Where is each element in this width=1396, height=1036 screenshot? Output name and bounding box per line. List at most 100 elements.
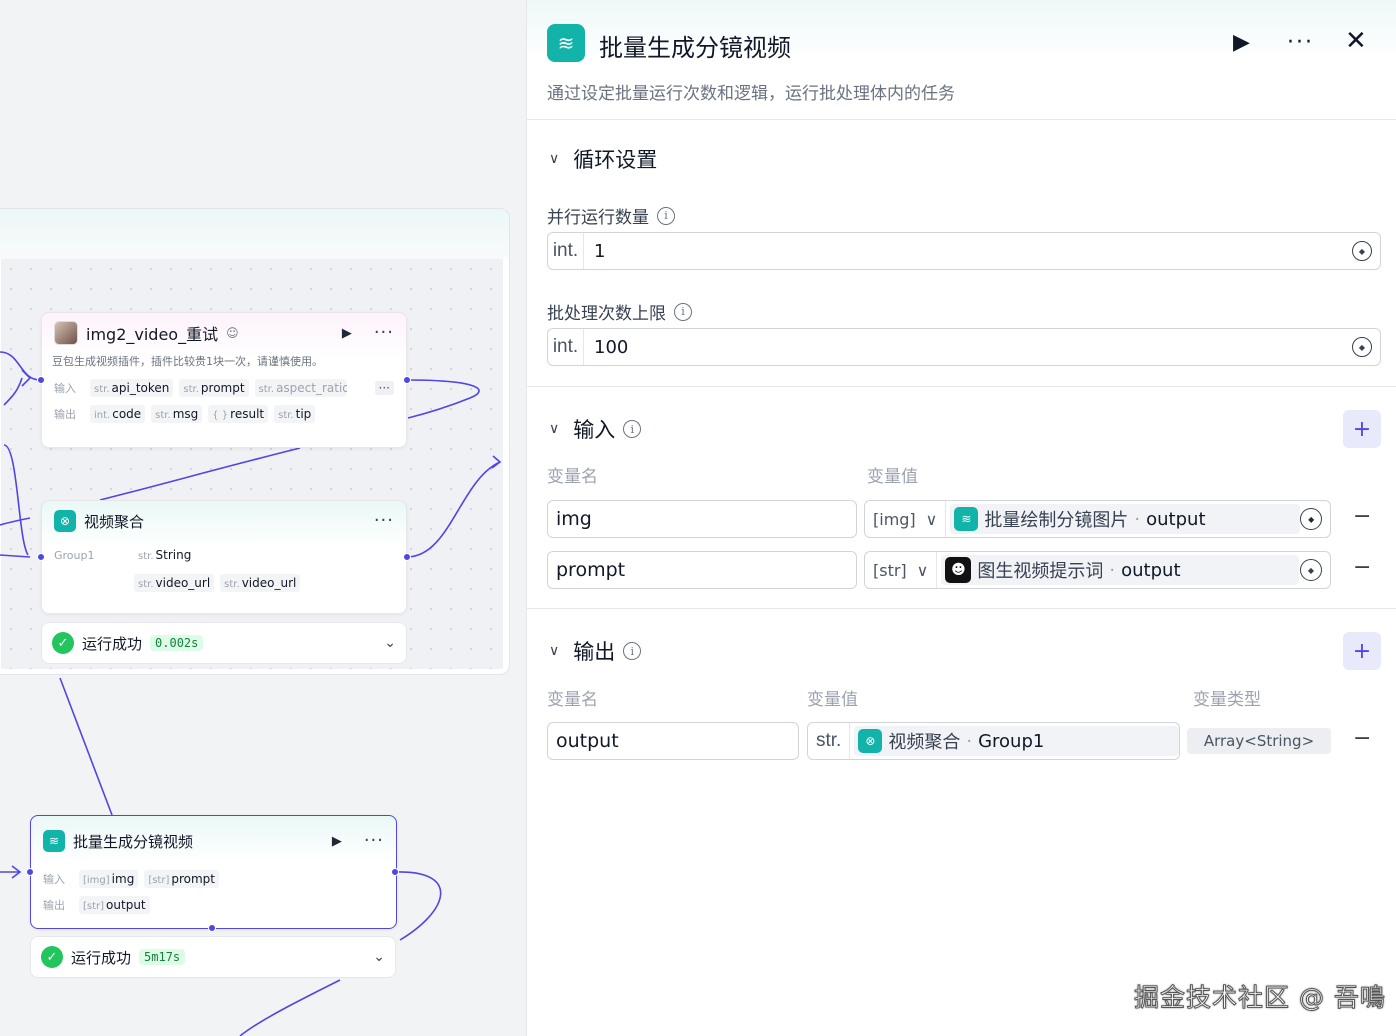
node3-bottom-port[interactable] (208, 924, 216, 932)
run-status-bar[interactable]: ✓ 运行成功 0.002s ⌄ (41, 622, 407, 664)
chevron-down-icon[interactable]: ∨ (549, 421, 559, 437)
node2-output-port[interactable] (403, 553, 411, 561)
plugin-node-img2video[interactable]: img2_video_重试 ☺ ▶ ··· 豆包生成视频插件，插件比较贵1块一次… (41, 312, 407, 448)
node-settings-panel: ≋ 批量生成分镜视频 ▶ ··· ✕ 通过设定批量运行次数和逻辑，运行批处理体内… (526, 0, 1396, 1036)
chevron-down-icon[interactable]: ⌄ (384, 635, 396, 651)
reference-chip: ☻ 图生视频提示词 · output (941, 555, 1300, 585)
variable-ref-icon[interactable]: ◆ (1300, 559, 1322, 581)
panel-description: 通过设定批量运行次数和逻辑，运行批处理体内的任务 (547, 84, 955, 104)
node1-output-port[interactable] (403, 376, 411, 384)
node2-input-port[interactable] (37, 553, 45, 561)
workflow-canvas[interactable]: img2_video_重试 ☺ ▶ ··· 豆包生成视频插件，插件比较贵1块一次… (0, 0, 526, 1036)
column-header: 变量名 (547, 690, 598, 710)
parallel-count-label: 并行运行数量 i (547, 203, 675, 228)
close-icon[interactable]: ✕ (1345, 26, 1367, 56)
batch-limit-label: 批处理次数上限 i (547, 299, 692, 324)
status-text: 运行成功 (82, 634, 143, 653)
status-text: 运行成功 (71, 948, 132, 967)
batch-limit-field[interactable]: int. 100 ◆ (547, 328, 1381, 366)
batch-node[interactable]: ≋ 批量生成分镜视频 ▶ ··· 输入 [img] img [str] prompt… (30, 815, 397, 929)
info-icon[interactable]: i (623, 420, 642, 438)
info-icon[interactable]: i (657, 206, 675, 225)
input-var-value-field[interactable]: [img] ∨ ≋ 批量绘制分镜图片 · output ◆ (864, 500, 1331, 538)
field-value[interactable]: 100 (584, 337, 628, 358)
input-param: str. aspect_ratio (254, 379, 347, 397)
input-param: str. api_token (90, 379, 174, 397)
variable-ref-icon[interactable]: ◆ (1300, 508, 1322, 530)
reference-chip: ⊗ 视频聚合 · Group1 (854, 726, 1179, 756)
watermark: 掘金技术社区 @ 吾鳴 (1134, 983, 1386, 1013)
remove-input-button[interactable]: − (1353, 504, 1371, 529)
add-output-button[interactable]: + (1343, 632, 1381, 670)
aggregate-icon: ⊗ (858, 729, 883, 753)
column-header: 变量类型 (1193, 690, 1261, 710)
input-section-header[interactable]: ∨ 输入 i (549, 414, 642, 444)
node1-input-port[interactable] (37, 376, 45, 384)
group-param: str. video_url (220, 574, 301, 592)
more-options-icon[interactable]: ··· (1287, 30, 1314, 55)
parallel-count-field[interactable]: int. 1 ◆ (547, 232, 1381, 270)
type-selector[interactable]: [str] ∨ (865, 552, 938, 588)
divider (527, 608, 1396, 609)
input-var-name-field[interactable]: img (547, 500, 857, 538)
section-title: 输入 (573, 418, 616, 442)
aggregate-node[interactable]: ⊗ 视频聚合 ··· Group1 str. String str. video_u… (41, 500, 407, 614)
output-label: 输出 (43, 899, 65, 912)
robot-icon: ☺ (226, 326, 239, 340)
divider (527, 386, 1396, 387)
chevron-down-icon: ∨ (925, 509, 938, 529)
field-value[interactable]: 1 (584, 241, 605, 262)
more-options-icon[interactable]: ··· (374, 324, 394, 342)
run-node-icon[interactable]: ▶ (332, 834, 342, 849)
type-selector[interactable]: [img] ∨ (865, 501, 947, 537)
info-icon[interactable]: i (674, 302, 692, 321)
input-param: [img] img (79, 870, 139, 888)
group-param: str. video_url (134, 574, 215, 592)
reference-chip: ≋ 批量绘制分镜图片 · output (950, 504, 1301, 534)
panel-title: 批量生成分镜视频 (599, 34, 791, 62)
output-param: { } result (208, 405, 269, 423)
aggregate-icon: ⊗ (54, 510, 76, 532)
output-section-header[interactable]: ∨ 输出 i (549, 636, 642, 666)
node-title: 视频聚合 (84, 512, 145, 531)
run-node-icon[interactable]: ▶ (342, 326, 352, 341)
duration-badge: 0.002s (150, 635, 204, 651)
variable-ref-icon[interactable]: ◆ (1352, 241, 1372, 261)
input-label: 输入 (43, 873, 65, 886)
node-title: img2_video_重试 (86, 325, 219, 344)
remove-input-button[interactable]: − (1353, 555, 1371, 580)
more-params-button[interactable]: ··· (374, 381, 394, 395)
duration-badge: 5m17s (139, 949, 186, 965)
more-options-icon[interactable]: ··· (374, 512, 394, 530)
bot-icon: ☻ (945, 557, 972, 583)
output-label: 输出 (54, 408, 76, 421)
run-status-bar[interactable]: ✓ 运行成功 5m17s ⌄ (30, 936, 396, 978)
add-input-button[interactable]: + (1343, 410, 1381, 448)
type-tag: int. (548, 329, 584, 365)
variable-ref-icon[interactable]: ◆ (1352, 337, 1372, 357)
output-var-name-field[interactable]: output (547, 722, 799, 760)
remove-output-button[interactable]: − (1353, 726, 1371, 751)
section-title: 循环设置 (573, 148, 658, 172)
node-title: 批量生成分镜视频 (73, 832, 194, 851)
chevron-down-icon: ∨ (916, 560, 929, 580)
output-var-value-field[interactable]: str. ⊗ 视频聚合 · Group1 (807, 722, 1180, 760)
chevron-down-icon[interactable]: ⌄ (373, 949, 385, 965)
output-param: [str] output (79, 896, 150, 914)
column-header: 变量值 (807, 690, 858, 710)
chevron-down-icon[interactable]: ∨ (549, 151, 559, 167)
input-param: [str] prompt (144, 870, 219, 888)
info-icon[interactable]: i (623, 642, 642, 660)
more-options-icon[interactable]: ··· (364, 832, 384, 850)
input-var-name-field[interactable]: prompt (547, 551, 857, 589)
batch-layers-icon: ≋ (43, 830, 65, 852)
node3-input-port[interactable] (26, 868, 34, 876)
run-icon[interactable]: ▶ (1233, 30, 1250, 55)
chevron-down-icon[interactable]: ∨ (549, 643, 559, 659)
output-param: str. msg (151, 405, 203, 423)
node3-output-port[interactable] (391, 868, 399, 876)
input-var-value-field[interactable]: [str] ∨ ☻ 图生视频提示词 · output ◆ (864, 551, 1331, 589)
loop-settings-header[interactable]: ∨ 循环设置 (549, 144, 657, 174)
input-param: str. prompt (179, 379, 249, 397)
node-description: 豆包生成视频插件，插件比较贵1块一次，请谨慎使用。 (52, 355, 323, 368)
